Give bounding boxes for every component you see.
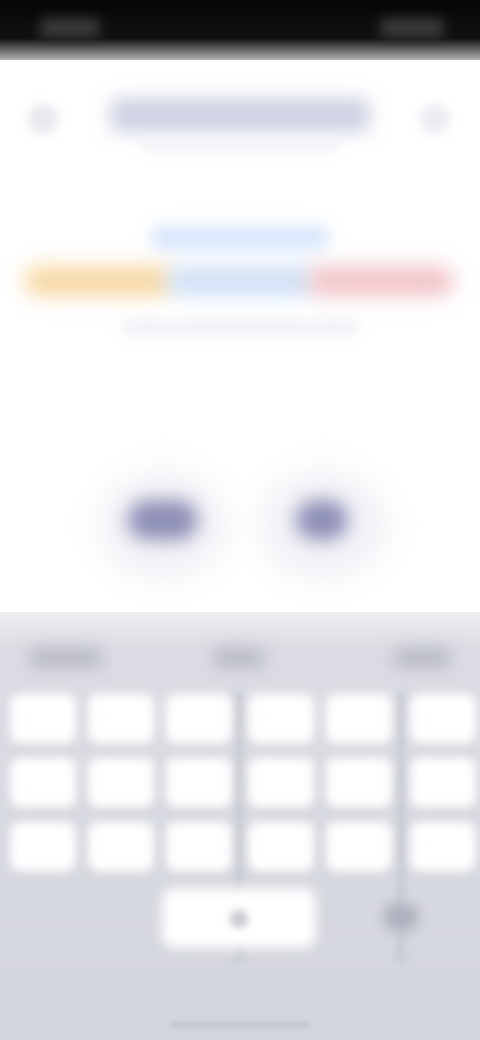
value-right[interactable] (296, 500, 348, 540)
keyboard-key[interactable] (326, 694, 392, 744)
keyboard-toolbar-left[interactable] (28, 648, 104, 668)
keyboard-key[interactable] (10, 822, 76, 872)
keyboard-key[interactable] (10, 758, 76, 808)
page-subtitle (140, 140, 340, 150)
more-icon[interactable] (420, 104, 450, 134)
keyboard-key[interactable] (326, 822, 392, 872)
header (0, 60, 480, 170)
keyboard-key[interactable] (88, 694, 154, 744)
keyboard-toolbar-center[interactable] (212, 648, 266, 668)
keyboard-key[interactable] (248, 694, 314, 744)
numeric-keyboard (0, 612, 480, 1040)
status-icons (380, 18, 444, 38)
keyboard-key[interactable] (410, 822, 476, 872)
keyboard-key[interactable] (166, 694, 232, 744)
back-icon[interactable] (28, 104, 58, 134)
home-indicator[interactable] (170, 1022, 310, 1028)
keyboard-key[interactable] (10, 694, 76, 744)
key-glyph (230, 910, 248, 928)
segment-blue[interactable] (166, 266, 316, 296)
keyboard-key[interactable] (248, 758, 314, 808)
keyboard-key[interactable] (410, 758, 476, 808)
keyboard-key[interactable] (166, 822, 232, 872)
keyboard-key[interactable] (248, 822, 314, 872)
page-title (110, 98, 370, 132)
keyboard-key[interactable] (326, 758, 392, 808)
value-left[interactable] (128, 500, 198, 540)
selected-tab[interactable] (150, 226, 330, 250)
status-time (40, 18, 100, 38)
delete-key[interactable] (384, 904, 418, 930)
blurred-app-screen (0, 0, 480, 1040)
keyboard-toolbar (0, 626, 480, 686)
keyboard-toolbar-right[interactable] (392, 648, 452, 668)
keyboard-key[interactable] (410, 694, 476, 744)
keyboard-key[interactable] (166, 758, 232, 808)
segment-yellow[interactable] (24, 266, 174, 296)
keyboard-key[interactable] (88, 758, 154, 808)
segment-red[interactable] (308, 266, 454, 296)
segment-caption (120, 320, 360, 334)
keyboard-key[interactable] (88, 822, 154, 872)
